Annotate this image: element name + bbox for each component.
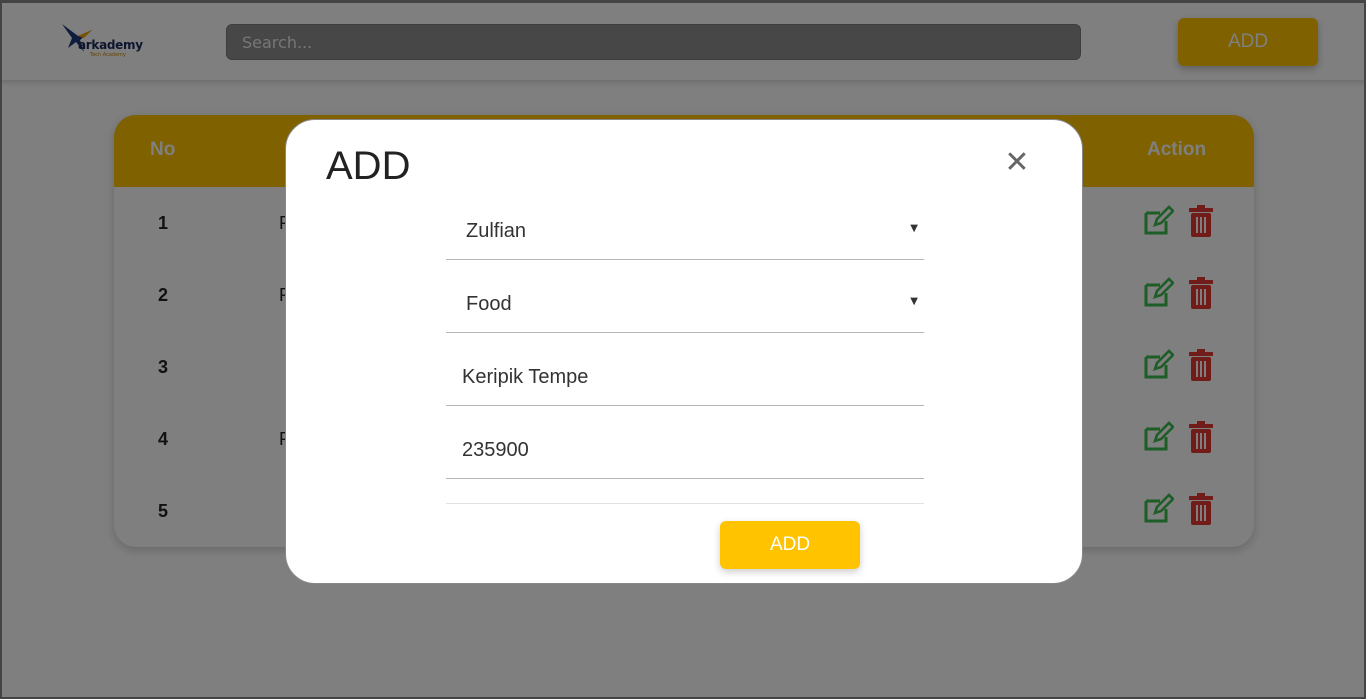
add-product-modal: ADD ✕ Zulfian ▼ Food ▼ Keripik Tempe 235…: [285, 119, 1083, 584]
modal-title: ADD: [326, 144, 411, 188]
dropdown-caret-icon: ▼: [910, 223, 918, 234]
product-name-field[interactable]: Keripik Tempe: [446, 352, 924, 406]
product-name-value: Keripik Tempe: [462, 366, 589, 388]
price-value: 235900: [462, 439, 529, 461]
price-field[interactable]: 235900: [446, 425, 924, 479]
category-select[interactable]: Food ▼: [446, 279, 924, 333]
cashier-select-value: Zulfian: [466, 220, 527, 242]
form-divider: [446, 503, 924, 504]
category-select-value: Food: [466, 293, 512, 315]
cashier-select[interactable]: Zulfian ▼: [446, 206, 924, 260]
dropdown-caret-icon: ▼: [910, 296, 918, 307]
close-icon[interactable]: ✕: [1002, 148, 1032, 178]
submit-add-button[interactable]: ADD: [720, 521, 860, 569]
